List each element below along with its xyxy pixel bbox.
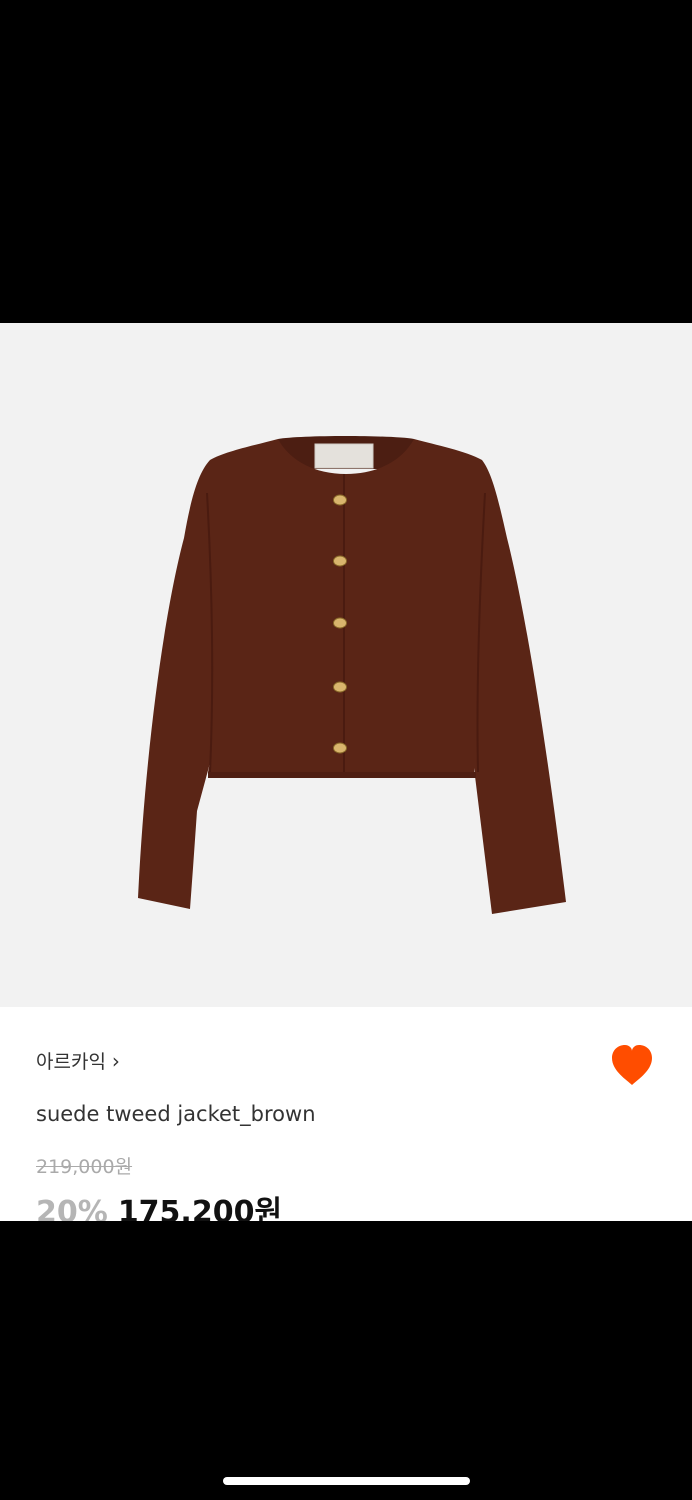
top-black-bar (0, 0, 692, 323)
sale-price: 175,200원 (117, 1195, 283, 1221)
chevron-right-icon: › (111, 1048, 120, 1073)
original-price: 219,000원 (36, 1156, 133, 1178)
brand-link[interactable]: 아르카익 › (36, 1047, 120, 1074)
jacket-body (138, 439, 566, 914)
price-row: 20% 175,200원 (36, 1187, 282, 1221)
product-title: suede tweed jacket_brown (36, 1102, 316, 1126)
brand-name: 아르카익 (36, 1051, 106, 1073)
home-indicator[interactable] (223, 1477, 470, 1485)
screen: 아르카익 › suede tweed jacket_brown 219,000원… (0, 0, 692, 1500)
product-image-jacket (138, 436, 566, 914)
heart-icon[interactable] (608, 1043, 656, 1087)
discount-rate: 20% (36, 1195, 108, 1221)
product-info-panel: 아르카익 › suede tweed jacket_brown 219,000원… (0, 1007, 692, 1221)
bottom-black-bar (0, 1221, 692, 1500)
label-patch (314, 443, 374, 469)
product-image-gallery[interactable] (0, 323, 692, 1007)
